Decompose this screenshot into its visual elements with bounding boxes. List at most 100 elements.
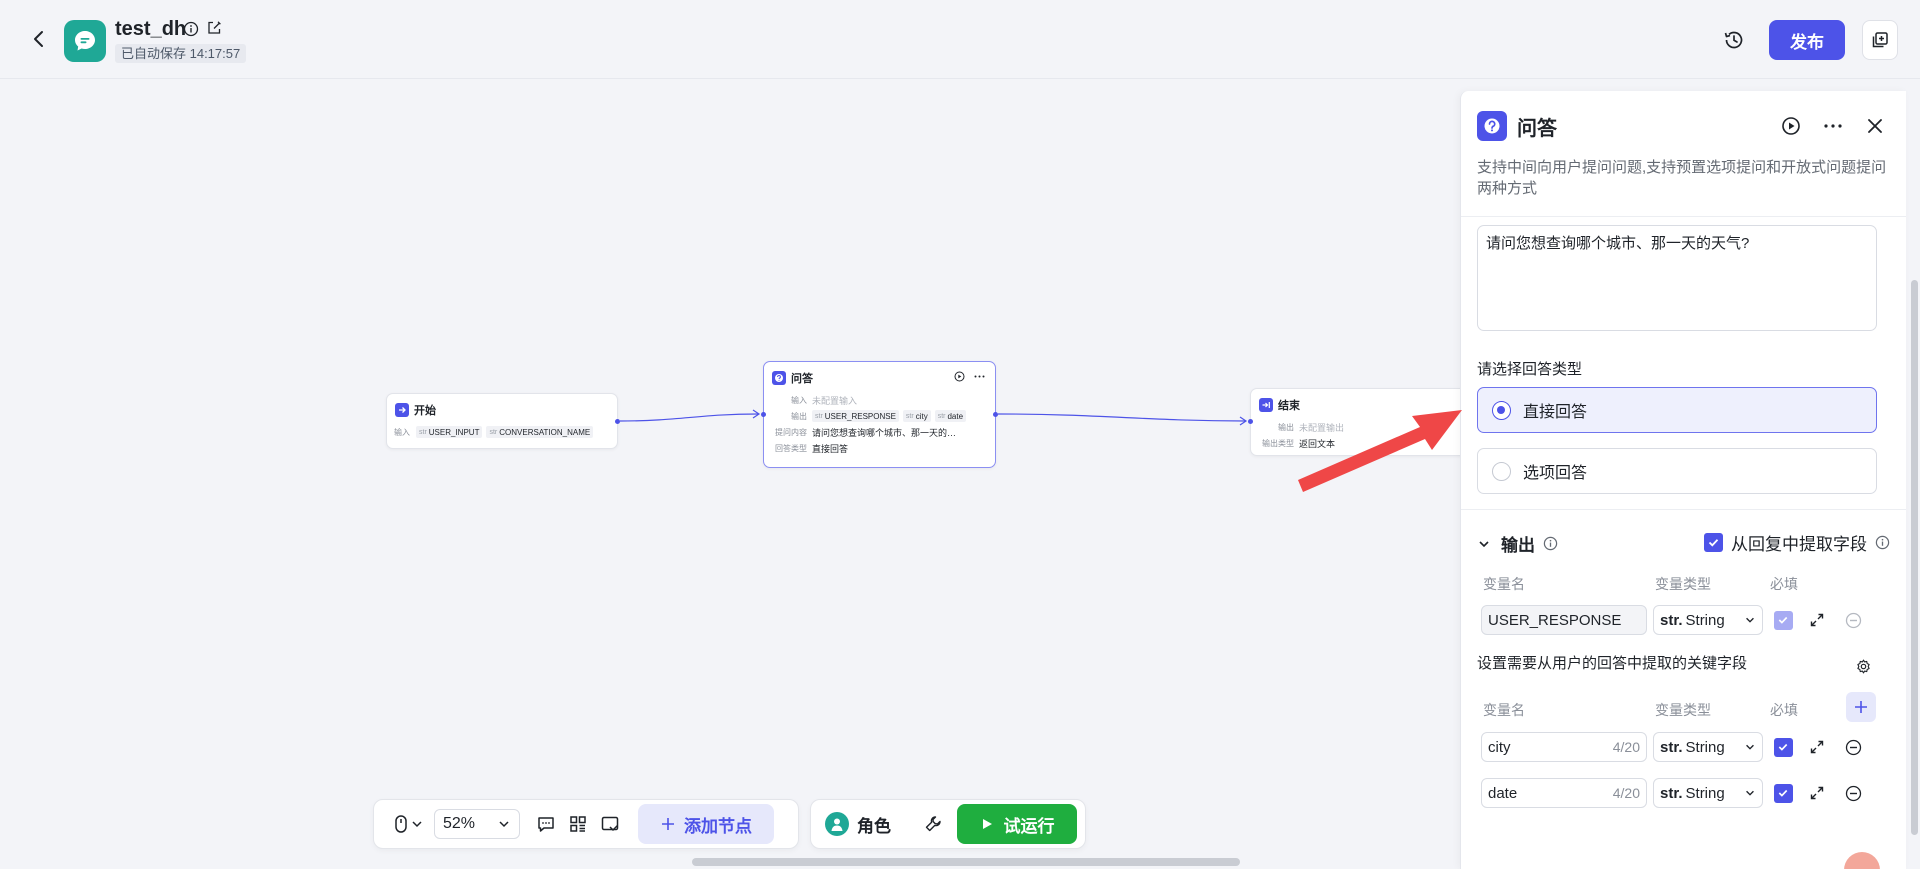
col-var-type: 变量类型 <box>1655 702 1711 718</box>
run-node-button[interactable] <box>1780 115 1802 137</box>
output-label: 输出 <box>1501 536 1535 555</box>
pointer-mode-button[interactable] <box>386 808 430 840</box>
node-qa-answer-type-label: 回答类型 <box>775 443 807 453</box>
field-type-select[interactable]: str. String <box>1653 732 1763 762</box>
node-end-output-label: 输出 <box>1278 422 1294 432</box>
copy-button[interactable] <box>1862 20 1898 60</box>
info-icon[interactable] <box>1875 535 1890 550</box>
expand-icon[interactable] <box>1807 783 1827 803</box>
node-qa-in-port[interactable] <box>761 412 766 417</box>
chevron-down-icon <box>1746 744 1754 750</box>
field-char-count: 4/20 <box>1612 785 1640 801</box>
node-start-tag: str USER_INPUT <box>416 426 483 438</box>
role-label: 角色 <box>857 816 891 836</box>
node-qa-question-value: 请问您想查询哪个城市、那一天的… <box>812 427 957 438</box>
check-icon <box>1778 616 1788 624</box>
expand-icon[interactable] <box>1807 737 1827 757</box>
add-node-button[interactable]: 添加节点 <box>638 804 774 844</box>
extract-fields-checkbox[interactable] <box>1704 533 1723 552</box>
zoom-select[interactable]: 52% <box>434 809 520 839</box>
comment-icon <box>538 817 554 832</box>
response-var-name-text: USER_RESPONSE <box>1488 611 1622 629</box>
field-type-select[interactable]: str. String <box>1653 778 1763 808</box>
node-end-output-type-label: 输出类型 <box>1262 438 1294 448</box>
col-var-type: 变量类型 <box>1655 576 1711 592</box>
type-value: String <box>1685 738 1725 756</box>
question-textarea[interactable]: 请问您想查询哪个城市、那一天的天气? <box>1477 225 1877 331</box>
history-icon <box>1724 31 1743 49</box>
answer-option-label: 直接回答 <box>1523 404 1588 421</box>
more-icon[interactable] <box>974 371 985 382</box>
node-qa-output-tag: str date <box>934 410 967 422</box>
node-qa[interactable]: 问答 输入 未配置输入 输出 str USER_RESPONSE str city … <box>761 361 998 468</box>
answer-type-label: 请选择回答类型 <box>1477 361 1583 378</box>
type-prefix: str. <box>1660 738 1683 756</box>
response-var-type-select[interactable]: str. String <box>1653 605 1763 635</box>
node-qa-input-value: 未配置输入 <box>812 395 858 406</box>
mouse-icon <box>395 815 422 833</box>
type-prefix: str. <box>1660 611 1683 629</box>
field-name-input[interactable]: city 4/20 <box>1481 732 1647 762</box>
node-start-out-port[interactable] <box>615 419 620 424</box>
col-required: 必填 <box>1770 702 1798 718</box>
field-name-text: city <box>1488 738 1511 756</box>
remove-field-icon[interactable] <box>1843 783 1863 803</box>
play-icon <box>982 819 992 829</box>
extract-fields-toggle[interactable]: 从回复中提取字段 <box>1704 530 1890 555</box>
copy-icon <box>1872 32 1888 48</box>
gear-icon[interactable] <box>1853 656 1873 676</box>
grid-icon <box>570 816 586 832</box>
layout-button[interactable] <box>562 808 594 840</box>
debug-settings-button[interactable] <box>917 808 949 840</box>
node-start[interactable]: 开始 输入 str USER_INPUT str CONVERSATION_NAME <box>386 393 620 449</box>
node-end[interactable]: 结束 输出 未配置输出 输出类型 返回文本 <box>1248 388 1470 456</box>
type-prefix: str. <box>1660 784 1683 802</box>
zoom-value: 52% <box>443 815 476 832</box>
type-value: String <box>1685 611 1725 629</box>
chevron-left-icon <box>34 31 43 47</box>
field-required-checkbox[interactable] <box>1773 783 1793 803</box>
test-run-button[interactable]: 试运行 <box>957 804 1077 844</box>
edit-icon[interactable] <box>206 20 222 36</box>
chevron-down-icon <box>1746 617 1754 623</box>
response-required-checkbox <box>1773 610 1793 630</box>
play-circle-icon[interactable] <box>954 371 965 382</box>
plus-icon <box>662 818 674 830</box>
add-field-button[interactable] <box>1846 692 1876 722</box>
expand-icon[interactable] <box>1807 610 1827 630</box>
minimap-button[interactable] <box>594 808 626 840</box>
node-qa-title: 问答 <box>791 373 813 385</box>
node-qa-out-port[interactable] <box>993 412 998 417</box>
history-button[interactable] <box>1722 28 1746 52</box>
remove-circle-icon <box>1843 610 1863 630</box>
publish-button[interactable]: 发布 <box>1769 20 1845 60</box>
panel-vertical-scrollbar[interactable] <box>1911 280 1918 835</box>
role-button[interactable]: 角色 <box>825 812 891 837</box>
node-qa-output-tag: str city <box>902 410 931 422</box>
more-options-button[interactable] <box>1822 115 1844 137</box>
field-name-input[interactable]: date 4/20 <box>1481 778 1647 808</box>
play-circle-icon <box>1782 117 1800 135</box>
field-required-checkbox[interactable] <box>1773 737 1793 757</box>
minimap-icon <box>601 816 619 832</box>
back-button[interactable] <box>28 28 50 50</box>
plus-icon <box>1855 701 1867 713</box>
close-icon <box>1868 119 1882 133</box>
info-icon[interactable] <box>183 21 199 37</box>
canvas-horizontal-scrollbar[interactable] <box>692 858 1240 866</box>
node-start-title: 开始 <box>414 405 436 417</box>
comment-button[interactable] <box>530 808 562 840</box>
info-icon[interactable] <box>1543 536 1558 551</box>
node-end-output-type-value: 返回文本 <box>1299 438 1336 449</box>
radio-unchecked-icon <box>1492 461 1511 481</box>
output-section-header[interactable]: 输出 <box>1477 531 1558 556</box>
node-end-output-value: 未配置输出 <box>1299 422 1345 433</box>
node-qa-input-label: 输入 <box>791 395 807 405</box>
chevron-down-icon[interactable] <box>1477 537 1491 551</box>
remove-field-icon[interactable] <box>1843 737 1863 757</box>
check-icon <box>1778 743 1788 751</box>
node-end-in-port[interactable] <box>1248 419 1253 424</box>
close-panel-button[interactable] <box>1864 115 1886 137</box>
answer-option-direct[interactable]: 直接回答 <box>1477 387 1877 433</box>
answer-option-choice[interactable]: 选项回答 <box>1477 448 1877 494</box>
